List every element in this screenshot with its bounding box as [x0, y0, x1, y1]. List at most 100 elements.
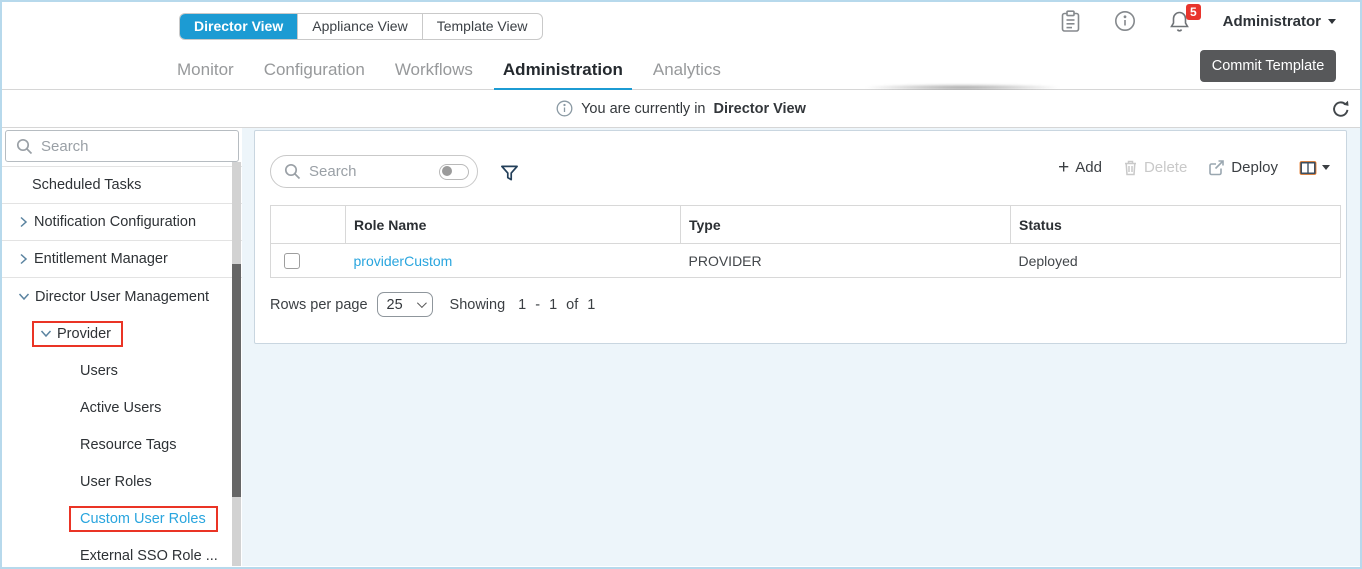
tab-administration[interactable]: Administration: [493, 52, 632, 91]
delete-label: Delete: [1143, 159, 1188, 176]
view-tab-director[interactable]: Director View: [180, 14, 298, 39]
sidebar-item-label: User Roles: [80, 473, 152, 490]
sidebar-item-entitlement-manager[interactable]: Entitlement Manager: [2, 241, 242, 278]
search-icon: [284, 163, 301, 180]
commit-template-button[interactable]: Commit Template: [1200, 50, 1336, 82]
sidebar-item-resource-tags[interactable]: Resource Tags: [2, 426, 242, 463]
column-header-checkbox: [270, 205, 346, 244]
tab-workflows[interactable]: Workflows: [395, 52, 473, 91]
bell-icon[interactable]: 5: [1169, 3, 1201, 33]
role-name-link[interactable]: providerCustom: [354, 253, 453, 269]
info-icon[interactable]: [1114, 10, 1136, 32]
toggle-knob: [442, 166, 452, 176]
sidebar-search-input[interactable]: [41, 137, 201, 155]
main-nav-tabs: Monitor Configuration Workflows Administ…: [177, 52, 721, 91]
range-separator: -: [535, 296, 541, 313]
sidebar-item-label: Provider: [57, 325, 111, 342]
columns-icon: [1299, 160, 1317, 175]
view-tab-appliance[interactable]: Appliance View: [297, 14, 421, 39]
of-label: of: [566, 296, 579, 313]
column-header-type[interactable]: Type: [680, 205, 1011, 244]
tab-configuration[interactable]: Configuration: [264, 52, 365, 91]
column-picker-button[interactable]: [1299, 160, 1330, 176]
sidebar-item-custom-user-roles[interactable]: Custom User Roles: [2, 500, 242, 537]
search-toggle[interactable]: [439, 163, 469, 180]
rows-per-page-value: 25: [386, 296, 403, 313]
sidebar-search: [5, 130, 239, 162]
deploy-button[interactable]: Deploy: [1208, 159, 1278, 176]
sidebar-scrollbar-thumb[interactable]: [232, 264, 241, 497]
chevron-down-icon: [18, 293, 30, 301]
trash-icon: [1124, 160, 1136, 176]
sidebar-item-label: Users: [80, 362, 118, 379]
body-region: Scheduled Tasks Notification Configurati…: [2, 128, 1360, 566]
add-button[interactable]: + Add: [1058, 157, 1102, 178]
sidebar-item-label: Resource Tags: [80, 436, 177, 453]
table-header-row: Role Name Type Status: [270, 205, 1341, 244]
filter-icon[interactable]: [500, 164, 519, 183]
sidebar-item-provider[interactable]: Provider: [2, 315, 242, 352]
view-switcher: Director View Appliance View Template Vi…: [179, 13, 543, 40]
sidebar-nav-list: Scheduled Tasks Notification Configurati…: [2, 166, 242, 567]
sidebar-item-scheduled-tasks[interactable]: Scheduled Tasks: [2, 167, 242, 204]
table-row: providerCustom PROVIDER Deployed: [271, 244, 1341, 278]
chevron-right-icon: [20, 253, 28, 265]
refresh-icon[interactable]: [1330, 98, 1352, 120]
range-end: 1: [549, 296, 558, 313]
roles-table: Role Name Type Status providerCustom PRO…: [270, 205, 1341, 278]
row-checkbox[interactable]: [284, 253, 300, 270]
user-menu[interactable]: Administrator: [1223, 13, 1336, 30]
sidebar-item-external-sso-role[interactable]: External SSO Role ...: [2, 537, 242, 567]
sidebar-item-user-roles[interactable]: User Roles: [2, 463, 242, 500]
chevron-down-icon: [1322, 165, 1330, 170]
table-search-input[interactable]: [309, 163, 431, 180]
chevron-down-icon: [416, 298, 427, 309]
deploy-label: Deploy: [1231, 159, 1278, 176]
role-type-cell: PROVIDER: [688, 252, 762, 269]
chevron-right-icon: [20, 216, 28, 228]
main-content: + Add Delete: [242, 128, 1360, 566]
sidebar-item-label: Notification Configuration: [34, 214, 197, 230]
top-header: Director View Appliance View Template Vi…: [2, 2, 1360, 91]
annotation-box-provider: Provider: [32, 320, 123, 347]
sidebar-item-label: Director User Management: [35, 288, 210, 305]
rows-per-page-label: Rows per page: [270, 296, 368, 313]
table-actions: + Add Delete Deploy: [1058, 157, 1330, 178]
header-icon-group: 5 Administrator: [1060, 3, 1336, 36]
plus-icon: +: [1058, 157, 1070, 178]
add-label: Add: [1075, 159, 1102, 176]
info-circle-icon: [556, 100, 573, 117]
sidebar-item-active-users[interactable]: Active Users: [2, 389, 242, 426]
sidebar-item-label: External SSO Role ...: [80, 547, 218, 564]
rows-per-page-select[interactable]: 25: [376, 292, 433, 317]
chevron-down-icon: [40, 330, 52, 338]
user-menu-label: Administrator: [1222, 12, 1321, 30]
sidebar-item-label: Scheduled Tasks: [32, 177, 142, 193]
showing-label: Showing: [449, 296, 506, 313]
column-header-role-name[interactable]: Role Name: [345, 205, 681, 244]
sidebar-item-users[interactable]: Users: [2, 352, 242, 389]
tasks-clipboard-icon[interactable]: [1060, 9, 1081, 33]
delete-button[interactable]: Delete: [1123, 159, 1187, 176]
role-status-cell: Deployed: [1018, 252, 1078, 269]
sidebar-item-label: Entitlement Manager: [34, 251, 168, 267]
sidebar-item-label: Custom User Roles: [80, 510, 206, 527]
sidebar-item-director-user-management[interactable]: Director User Management: [2, 278, 242, 315]
custom-user-roles-panel: + Add Delete: [254, 130, 1347, 344]
annotation-box-custom-user-roles: Custom User Roles: [69, 505, 218, 532]
deploy-icon: [1209, 160, 1225, 176]
table-search: [270, 155, 478, 188]
tab-analytics[interactable]: Analytics: [653, 52, 721, 91]
view-banner: You are currently in Director View: [2, 90, 1360, 128]
tab-monitor[interactable]: Monitor: [177, 52, 234, 91]
sidebar-item-notification-configuration[interactable]: Notification Configuration: [2, 204, 242, 241]
banner-view-name: Director View: [713, 100, 806, 117]
chevron-down-icon: [1328, 18, 1336, 24]
search-icon: [16, 138, 33, 154]
total-count: 1: [587, 296, 596, 313]
range-start: 1: [518, 296, 527, 313]
column-header-status[interactable]: Status: [1010, 205, 1341, 244]
banner-text: You are currently in: [581, 100, 706, 117]
table-toolbar: + Add Delete: [255, 131, 1346, 188]
view-tab-template[interactable]: Template View: [421, 14, 542, 39]
